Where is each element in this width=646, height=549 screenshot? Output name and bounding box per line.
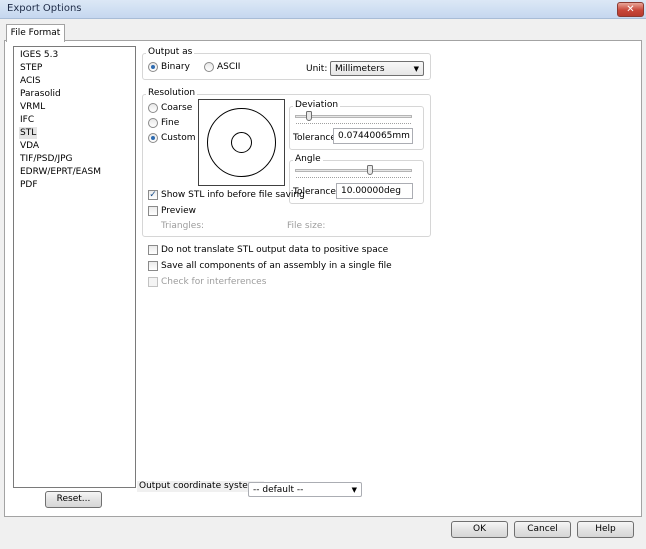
angle-slider-ticks	[296, 177, 411, 180]
resolution-preview-graphic	[207, 108, 276, 177]
reset-button[interactable]: Reset...	[45, 491, 102, 508]
format-item-stl[interactable]: STL	[19, 127, 38, 139]
format-item-step[interactable]: STEP	[19, 62, 43, 74]
format-item-vda[interactable]: VDA	[19, 140, 40, 152]
deviation-tolerance-field[interactable]: 0.07440065mm	[333, 128, 413, 144]
output-coordinate-system-label: Output coordinate system:	[137, 481, 264, 492]
deviation-slider-thumb[interactable]	[306, 111, 313, 121]
format-item-iges[interactable]: IGES 5.3	[19, 49, 59, 61]
cancel-button[interactable]: Cancel	[514, 521, 571, 538]
check-interferences-checkbox[interactable]	[148, 277, 158, 287]
angle-tolerance-field[interactable]: 10.00000deg	[336, 183, 413, 199]
file-size-label: File size:	[287, 221, 326, 231]
ok-button[interactable]: OK	[451, 521, 508, 538]
unit-label: Unit:	[306, 64, 328, 74]
format-item-tif[interactable]: TIF/PSD/JPG	[19, 153, 74, 165]
chevron-down-icon: ▼	[351, 486, 357, 494]
save-all-components-label: Save all components of an assembly in a …	[161, 261, 392, 271]
save-all-components-checkbox[interactable]	[148, 261, 158, 271]
format-list[interactable]: IGES 5.3 STEP ACIS Parasolid VRML IFC ST…	[13, 46, 136, 488]
format-item-vrml[interactable]: VRML	[19, 101, 46, 113]
format-item-edrw[interactable]: EDRW/EPRT/EASM	[19, 166, 102, 178]
no-translate-checkbox[interactable]	[148, 245, 158, 255]
binary-radio[interactable]	[148, 62, 158, 72]
format-item-pdf[interactable]: PDF	[19, 179, 39, 191]
format-item-ifc[interactable]: IFC	[19, 114, 35, 126]
angle-legend: Angle	[293, 154, 323, 164]
output-coordinate-system-select[interactable]: -- default -- ▼	[248, 482, 362, 497]
fine-label: Fine	[161, 118, 180, 128]
help-button[interactable]: Help	[577, 521, 634, 538]
deviation-slider-ticks	[296, 123, 411, 126]
angle-slider[interactable]	[295, 169, 412, 172]
resolution-preview	[198, 99, 285, 186]
window-title: Export Options	[7, 3, 82, 14]
ascii-radio[interactable]	[204, 62, 214, 72]
triangles-label: Triangles:	[161, 221, 205, 231]
show-stl-info-checkbox[interactable]: ✓	[148, 190, 158, 200]
deviation-slider[interactable]	[295, 115, 412, 118]
preview-label: Preview	[161, 206, 197, 216]
output-as-legend: Output as	[146, 47, 195, 57]
format-item-acis[interactable]: ACIS	[19, 75, 42, 87]
format-item-parasolid[interactable]: Parasolid	[19, 88, 62, 100]
binary-label: Binary	[161, 62, 190, 72]
close-button[interactable]: ✕	[617, 2, 644, 17]
coarse-radio[interactable]	[148, 103, 158, 113]
tab-file-format[interactable]: File Format	[6, 24, 65, 42]
resolution-legend: Resolution	[146, 88, 198, 98]
no-translate-label: Do not translate STL output data to posi…	[161, 245, 389, 255]
coarse-label: Coarse	[161, 103, 193, 113]
angle-slider-thumb[interactable]	[367, 165, 374, 175]
fine-radio[interactable]	[148, 118, 158, 128]
title-bar: Export Options ✕	[0, 0, 646, 19]
custom-label: Custom	[161, 133, 196, 143]
chevron-down-icon: ▼	[413, 65, 419, 73]
deviation-legend: Deviation	[293, 100, 341, 110]
show-stl-info-label: Show STL info before file saving	[161, 190, 305, 200]
check-interferences-label: Check for interferences	[161, 277, 267, 287]
unit-select-value: Millimeters	[335, 64, 385, 74]
ascii-label: ASCII	[217, 62, 241, 72]
unit-select[interactable]: Millimeters ▼	[330, 61, 424, 76]
preview-checkbox[interactable]	[148, 206, 158, 216]
custom-radio[interactable]	[148, 133, 158, 143]
output-coordinate-system-value: -- default --	[253, 485, 304, 495]
